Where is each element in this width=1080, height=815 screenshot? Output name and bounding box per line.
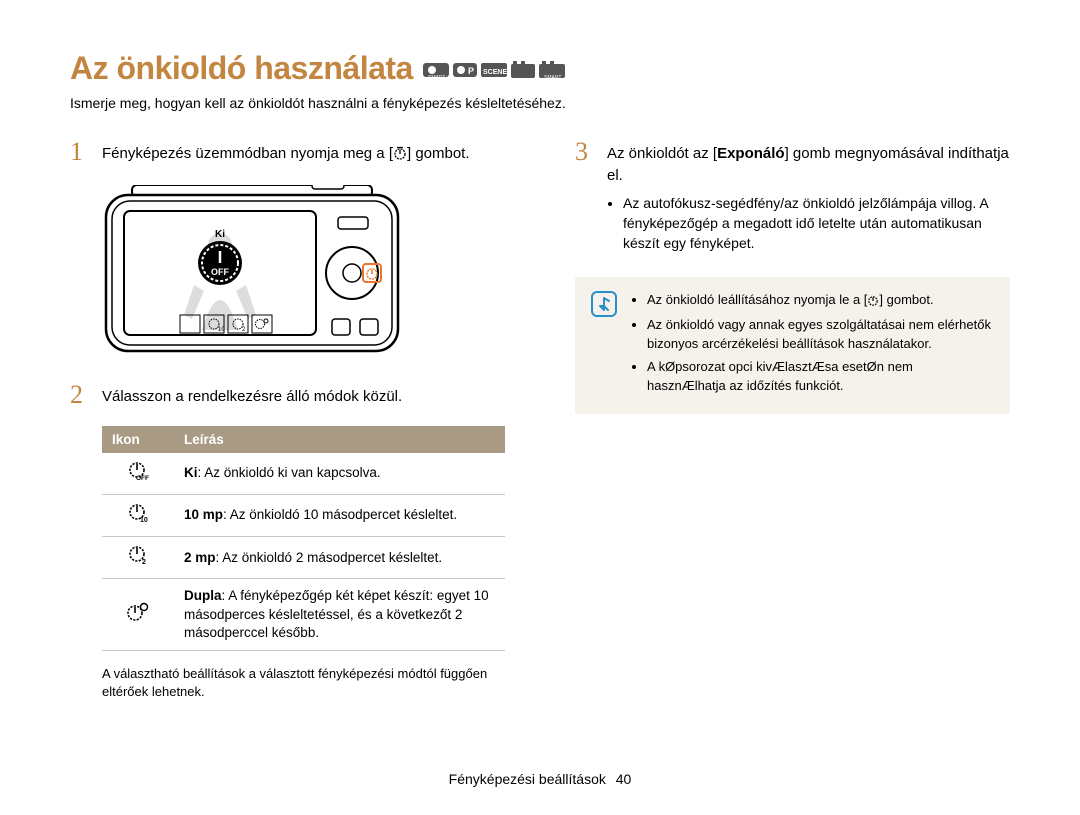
svg-text:SCENE: SCENE (483, 69, 507, 76)
footer-section: Fényképezési beállítások (449, 771, 606, 787)
cell-desc: Ki: Az önkioldó ki van kapcsolva. (174, 453, 505, 495)
step3-pre: Az önkioldót az [ (607, 145, 717, 162)
timer-2-icon: 2 (102, 537, 174, 579)
note-item: Az önkioldó leállításához nyomja le a []… (647, 291, 994, 312)
svg-text:10: 10 (140, 517, 148, 523)
th-icon: Ikon (102, 426, 174, 453)
info-icon (591, 291, 617, 399)
table-row: 2 2 mp: Az önkioldó 2 másodpercet késlel… (102, 537, 505, 579)
note-item: A kØpsorozat opci kivÆlasztÆsa esetØn ne… (647, 358, 994, 396)
table-row: 10 10 mp: Az önkioldó 10 másodpercet kés… (102, 494, 505, 536)
step-3-body: Az önkioldót az [Exponáló] gomb megnyomá… (607, 139, 1010, 255)
step1-pre: Fényképezés üzemmódban nyomja meg a [ (102, 145, 393, 162)
note1-pre: Az önkioldó leállításához nyomja le a [ (647, 292, 867, 307)
table-row: Dupla: A fényképezőgép két képet készít:… (102, 579, 505, 651)
right-column: 3 Az önkioldót az [Exponáló] gomb megnyo… (575, 139, 1010, 701)
footer-page-number: 40 (616, 771, 632, 787)
timer-button-icon (867, 293, 879, 312)
step3-bullets: Az autofókusz-segédfény/az önkioldó jelz… (607, 193, 1010, 254)
step-3: 3 Az önkioldót az [Exponáló] gomb megnyo… (575, 139, 1010, 255)
page-title: Az önkioldó használata (70, 50, 413, 87)
timer-double-icon (102, 579, 174, 651)
svg-text:2: 2 (142, 559, 146, 565)
note-item: Az önkioldó vagy annak egyes szolgáltatá… (647, 316, 994, 354)
th-desc: Leírás (174, 426, 505, 453)
table-header-row: Ikon Leírás (102, 426, 505, 453)
cell-desc: 2 mp: Az önkioldó 2 másodpercet késlelte… (174, 537, 505, 579)
step-2-text: Válasszon a rendelkezésre álló módok köz… (102, 382, 505, 408)
cell-desc: Dupla: A fényképezőgép két képet készít:… (174, 579, 505, 651)
svg-text:P: P (468, 66, 474, 76)
timer-10-icon: 10 (102, 494, 174, 536)
camera-illustration: Ki OFF 10 2 (102, 185, 505, 360)
step-1: 1 Fényképezés üzemmódban nyomja meg a []… (70, 139, 505, 167)
movie-icon (511, 61, 535, 79)
timer-button-icon (393, 145, 407, 167)
table-row: OFF Ki: Az önkioldó ki van kapcsolva. (102, 453, 505, 495)
content-columns: 1 Fényképezés üzemmódban nyomja meg a []… (70, 139, 1010, 701)
svg-text:OFF: OFF (211, 267, 229, 277)
page-title-row: Az önkioldó használata SMART P SCENE SMA… (70, 50, 1010, 87)
step1-post: ] gombot. (407, 145, 470, 162)
off-timer-icon: OFF (102, 453, 174, 495)
note-list: Az önkioldó leállításához nyomja le a []… (631, 291, 994, 399)
step-number: 2 (70, 382, 88, 408)
step-number: 3 (575, 139, 593, 255)
svg-text:OFF: OFF (136, 475, 149, 481)
step-2: 2 Válasszon a rendelkezésre álló módok k… (70, 382, 505, 408)
cell-desc: 10 mp: Az önkioldó 10 másodpercet késlel… (174, 494, 505, 536)
note1-post: ] gombot. (879, 292, 933, 307)
step3-bold: Exponáló (717, 145, 785, 162)
step3-bullet: Az autofókusz-segédfény/az önkioldó jelz… (623, 193, 1010, 254)
note-box: Az önkioldó leállításához nyomja le a []… (575, 277, 1010, 413)
shooting-mode-icons: SMART P SCENE SMART (423, 61, 565, 83)
table-footnote: A választható beállítások a választott f… (102, 665, 505, 701)
left-column: 1 Fényképezés üzemmódban nyomja meg a []… (70, 139, 505, 701)
smart-movie-icon: SMART (539, 61, 565, 79)
svg-text:SMART: SMART (544, 75, 561, 79)
intro-text: Ismerje meg, hogyan kell az önkioldót ha… (70, 95, 1010, 111)
camera-ki-label: Ki (215, 229, 225, 240)
svg-text:SMART: SMART (428, 75, 445, 79)
svg-text:10: 10 (218, 327, 225, 333)
smart-icon: SMART (423, 61, 449, 79)
page-footer: Fényképezési beállítások 40 (0, 771, 1080, 787)
options-table: Ikon Leírás OFF Ki: Az önkioldó ki van k… (102, 426, 505, 651)
scene-icon: SCENE (481, 61, 507, 79)
step-1-text: Fényképezés üzemmódban nyomja meg a [ ] g… (102, 139, 505, 167)
step-number: 1 (70, 139, 88, 167)
program-icon: P (453, 61, 477, 79)
